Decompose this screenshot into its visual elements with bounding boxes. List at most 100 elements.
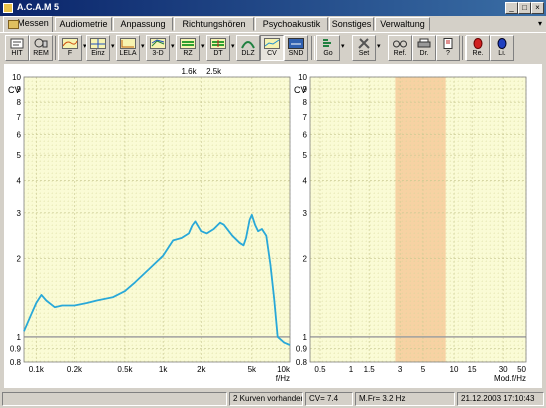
- chart2-highlight-band: [395, 77, 446, 362]
- chart1-y-tick-label: 1: [17, 333, 22, 342]
- print-button[interactable]: Dr.: [412, 35, 436, 61]
- chart2-x-tick-label: 5: [421, 365, 426, 374]
- chart1-x-tick-label: 0.1k: [29, 365, 45, 374]
- einz-button[interactable]: Einz: [86, 35, 110, 61]
- button-label: SND: [288, 50, 304, 57]
- toolbar-separator: [311, 36, 315, 60]
- button-label: RZ: [183, 50, 193, 57]
- hit-button[interactable]: HIT: [5, 35, 29, 61]
- dlz-button[interactable]: DLZ: [236, 35, 260, 61]
- button-label: REM: [33, 50, 49, 57]
- snd-button[interactable]: SND: [284, 35, 308, 61]
- title-bar: A.C.A.M 5 _ □ ×: [0, 0, 546, 16]
- chart2-x-tick-label: 1: [349, 365, 354, 374]
- chart2-x-axis-label: Mod.f/Hz: [494, 374, 526, 383]
- dlz-curve-icon: [241, 41, 255, 49]
- chart1-y-axis-label: CV: [8, 85, 21, 95]
- button-label: ?: [446, 50, 450, 57]
- button-label: 3-D: [152, 50, 164, 57]
- window-title: A.C.A.M 5: [17, 2, 60, 12]
- chart2-y-axis-label: CV: [294, 85, 307, 95]
- tab-richtungshoeren[interactable]: Richtungshören: [174, 17, 254, 31]
- chart2-x-tick-label: 30: [499, 365, 508, 374]
- go-button[interactable]: Go: [316, 35, 340, 61]
- dt-graph-icon: [210, 38, 226, 49]
- tab-audiometrie[interactable]: Audiometrie: [55, 17, 112, 31]
- chart2-x-tick-label: 15: [468, 365, 477, 374]
- chart1-top-marker-label: 1.6k: [181, 67, 197, 76]
- tab-overflow-chevron-icon[interactable]: ▾: [538, 19, 542, 28]
- dt-button[interactable]: DT: [206, 35, 230, 61]
- chart2-y-tick-label: 7: [303, 113, 308, 122]
- left-ear-button[interactable]: Li.: [490, 35, 514, 61]
- button-label: DT: [213, 50, 223, 57]
- status-bar: 2 Kurven vorhanden CV= 7.4 M.Fr= 3.2 Hz …: [0, 390, 546, 408]
- tab-verwaltung[interactable]: Verwaltung: [375, 17, 430, 31]
- chart2-y-tick-label: 0.8: [296, 358, 308, 367]
- folder-icon: [8, 20, 19, 29]
- ref-button[interactable]: Ref.: [388, 35, 412, 61]
- tab-anpassung[interactable]: Anpassung: [113, 17, 173, 31]
- hit-icon: [10, 38, 24, 49]
- chart2-y-tick-label: 10: [298, 73, 307, 82]
- chart2-y-tick-label: 8: [303, 98, 308, 107]
- button-label: Ref.: [393, 50, 407, 57]
- chart2-x-tick-label: 3: [398, 365, 403, 374]
- button-label: DLZ: [241, 50, 255, 57]
- rem-button[interactable]: REM: [29, 35, 53, 61]
- tab-psychoakustik[interactable]: Psychoakustik: [255, 17, 328, 31]
- lela-button[interactable]: LELA: [116, 35, 140, 61]
- chart1-y-tick-label: 4: [17, 176, 22, 185]
- button-label: LELA: [119, 50, 137, 57]
- chart2-y-tick-label: 6: [303, 131, 308, 140]
- chart1-y-tick-label: 3: [17, 209, 22, 218]
- app-icon: [3, 3, 13, 13]
- chart1-x-tick-label: 5k: [248, 365, 257, 374]
- rz-button[interactable]: RZ: [176, 35, 200, 61]
- button-label: HIT: [11, 50, 23, 57]
- chart1-top-marker-label: 2.5k: [206, 67, 222, 76]
- cv-charts: 0.80.9123456789100.1k 0.2k 0.5k 1k 2k 5k 10kCV…: [8, 67, 527, 383]
- button-label: CV: [267, 50, 277, 57]
- f-button[interactable]: F: [58, 35, 82, 61]
- button-label: Dr.: [419, 50, 429, 57]
- button-label: Li.: [498, 50, 506, 57]
- 3d-graph-icon: [150, 38, 166, 49]
- set-button[interactable]: Set: [352, 35, 376, 61]
- go-dropdown-chevron-down-icon[interactable]: ▾: [341, 43, 347, 51]
- chart1-y-tick-label: 7: [17, 113, 22, 122]
- button-label: Einz: [91, 50, 105, 57]
- chart1-x-tick-label: 1k: [159, 365, 168, 374]
- maximize-button[interactable]: □: [518, 2, 531, 14]
- set-dropdown-chevron-down-icon[interactable]: ▾: [377, 43, 383, 51]
- button-label: Set: [358, 50, 370, 57]
- minimize-button[interactable]: _: [505, 2, 518, 14]
- help-button[interactable]: ?: [436, 35, 460, 61]
- tab-label: Messen: [17, 18, 49, 28]
- rz-graph-icon: [180, 38, 196, 49]
- chart1-x-tick-label: 0.5k: [117, 365, 133, 374]
- chart1-y-tick-label: 2: [17, 255, 22, 264]
- button-label: Go: [323, 50, 333, 57]
- chart2-y-tick-label: 3: [303, 209, 308, 218]
- chart1-x-tick-label: 0.2k: [67, 365, 83, 374]
- status-mod-freq: M.Fr= 3.2 Hz: [355, 392, 455, 406]
- chart1-y-tick-label: 8: [17, 98, 22, 107]
- cv-button[interactable]: CV: [260, 35, 284, 61]
- tab-sonstiges[interactable]: Sonstiges: [329, 17, 374, 31]
- chart1-y-tick-label: 0.8: [10, 358, 22, 367]
- chart1-y-tick-label: 10: [12, 73, 21, 82]
- sound-icon: [288, 38, 304, 49]
- right-ear-button[interactable]: Re.: [466, 35, 490, 61]
- 3d-button[interactable]: 3-D: [146, 35, 170, 61]
- close-button[interactable]: ×: [531, 2, 544, 14]
- chart1-y-tick-label: 0.9: [10, 345, 22, 354]
- printer-icon: [417, 38, 431, 48]
- chart2-x-tick-label: 1.5: [364, 365, 376, 374]
- help-icon: [443, 38, 453, 49]
- right-ear-icon: [473, 38, 483, 49]
- status-curve-count: 2 Kurven vorhanden: [229, 392, 303, 406]
- status-panel-empty: [2, 392, 227, 406]
- frequency-graph-icon: [62, 38, 78, 49]
- chart2-x-tick-label: 0.5: [314, 365, 326, 374]
